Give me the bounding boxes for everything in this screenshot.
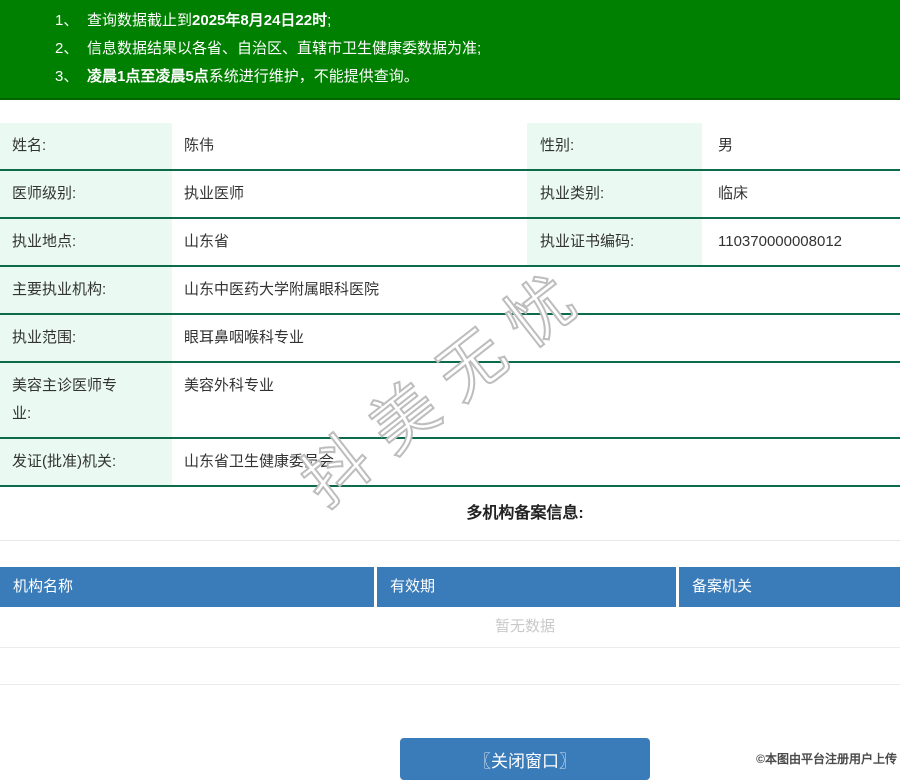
field-label-name: 姓名: bbox=[0, 123, 172, 169]
field-value-practice-scope: 眼耳鼻咽喉科专业 bbox=[184, 329, 305, 346]
table-row: 姓名: 陈伟 性别: 男 bbox=[0, 123, 900, 171]
empty-state-text: 暂无数据 bbox=[0, 607, 900, 648]
field-value-doctor-level: 执业医师 bbox=[184, 185, 245, 202]
field-label-cosmetic-specialty: 美容主诊医师专 业: bbox=[0, 363, 172, 437]
field-label-license-number: 执业证书编码: bbox=[527, 219, 702, 265]
field-value-main-institution: 山东中医药大学附属眼科医院 bbox=[184, 281, 380, 298]
page-container: 1、 查询数据截止到2025年8月24日22时; 2、 信息数据结果以各省、自治… bbox=[0, 0, 900, 780]
notice-banner: 1、 查询数据截止到2025年8月24日22时; 2、 信息数据结果以各省、自治… bbox=[0, 0, 900, 100]
field-label-practice-scope: 执业范围: bbox=[0, 315, 172, 361]
notice-number: 2、 bbox=[55, 40, 79, 57]
field-label-gender: 性别: bbox=[527, 123, 702, 169]
filing-section-title: 多机构备案信息: bbox=[0, 487, 900, 541]
notice-number: 1、 bbox=[55, 12, 79, 29]
notice-item: 2、 信息数据结果以各省、自治区、直辖市卫生健康委数据为准; bbox=[55, 35, 900, 63]
notice-text: 信息数据结果以各省、自治区、直辖市卫生健康委数据为准; bbox=[87, 40, 482, 57]
filing-table-header: 机构名称 有效期 备案机关 bbox=[0, 567, 900, 607]
field-value-practice-category: 临床 bbox=[718, 185, 749, 202]
table-row: 执业地点: 山东省 执业证书编码: 110370000008012 bbox=[0, 219, 900, 267]
notice-number: 3、 bbox=[55, 68, 79, 85]
table-footer-spacer bbox=[0, 648, 900, 685]
column-header-institution-name: 机构名称 bbox=[0, 567, 377, 607]
practitioner-info-table: 姓名: 陈伟 性别: 男 医师级别: 执业医师 执业类别: 临床 执业地点: 山… bbox=[0, 123, 900, 487]
notice-text: 查询数据截止到2025年8月24日22时; bbox=[87, 12, 332, 29]
field-value-license-number: 110370000008012 bbox=[718, 233, 843, 250]
field-value-cosmetic-specialty: 美容外科专业 bbox=[184, 377, 275, 394]
table-row: 美容主诊医师专 业: 美容外科专业 bbox=[0, 363, 900, 439]
field-label-main-institution: 主要执业机构: bbox=[0, 267, 172, 313]
field-label-issuing-authority: 发证(批准)机关: bbox=[0, 439, 172, 485]
field-label-doctor-level: 医师级别: bbox=[0, 171, 172, 217]
table-row: 医师级别: 执业医师 执业类别: 临床 bbox=[0, 171, 900, 219]
notice-item: 1、 查询数据截止到2025年8月24日22时; bbox=[55, 7, 900, 35]
field-value-gender: 男 bbox=[718, 137, 734, 154]
copyright-watermark: ©本图由平台注册用户上传 bbox=[756, 752, 897, 766]
field-label-practice-category: 执业类别: bbox=[527, 171, 702, 217]
table-row: 发证(批准)机关: 山东省卫生健康委员会 bbox=[0, 439, 900, 487]
close-window-button[interactable]: 〖关闭窗口〗 bbox=[400, 738, 650, 780]
field-label-practice-location: 执业地点: bbox=[0, 219, 172, 265]
column-header-validity-period: 有效期 bbox=[377, 567, 679, 607]
column-header-filing-authority: 备案机关 bbox=[679, 567, 900, 607]
field-value-issuing-authority: 山东省卫生健康委员会 bbox=[184, 453, 335, 470]
table-row: 执业范围: 眼耳鼻咽喉科专业 bbox=[0, 315, 900, 363]
table-row: 主要执业机构: 山东中医药大学附属眼科医院 bbox=[0, 267, 900, 315]
field-value-name: 陈伟 bbox=[184, 137, 215, 154]
notice-text: 凌晨1点至凌晨5点系统进行维护，不能提供查询。 bbox=[87, 68, 419, 85]
notice-item: 3、 凌晨1点至凌晨5点系统进行维护，不能提供查询。 bbox=[55, 63, 900, 91]
field-value-practice-location: 山东省 bbox=[184, 233, 230, 250]
